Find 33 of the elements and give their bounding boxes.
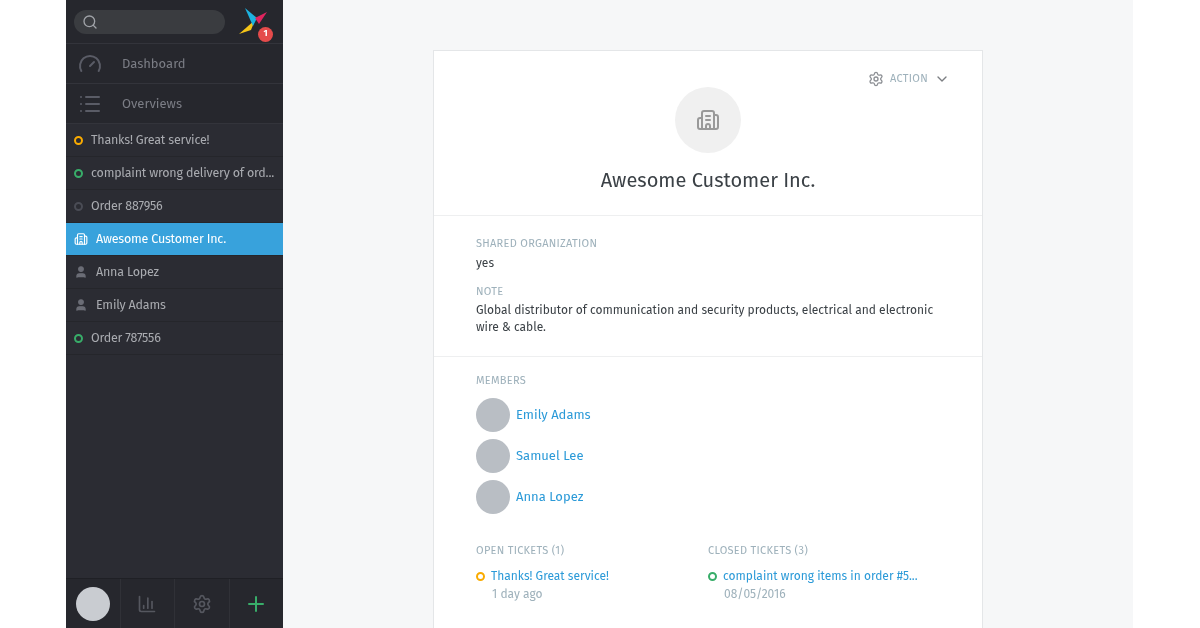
nav-item[interactable]: Overviews xyxy=(66,84,283,124)
member-avatar xyxy=(476,438,510,473)
section-label: MEMBERS xyxy=(476,373,528,389)
member-link[interactable]: Emily Adams xyxy=(516,404,591,425)
nav-item[interactable]: Dashboard xyxy=(66,44,283,84)
field-label: NOTE xyxy=(476,283,505,300)
sidebar-tab[interactable]: Awesome Customer Inc. xyxy=(66,223,283,256)
member-link[interactable]: Samuel Lee xyxy=(516,445,584,466)
settings-icon xyxy=(191,593,212,614)
member-avatar xyxy=(476,479,510,514)
settings-icon xyxy=(868,71,885,88)
section-label: OPEN TICKETS (1) xyxy=(476,542,566,559)
field-label: SHARED ORGANIZATION xyxy=(476,236,599,252)
ticket-link[interactable]: Thanks! Great service! xyxy=(491,567,609,585)
field-value: Global distributor of communication and security products, electrical and electronic wire & cable. xyxy=(476,302,935,336)
search-icon xyxy=(82,13,98,30)
field-value: yes xyxy=(476,254,495,272)
bar-chart-icon xyxy=(137,593,158,614)
search-field[interactable] xyxy=(74,9,225,34)
member-avatar xyxy=(476,397,510,432)
person-icon xyxy=(74,298,88,312)
organization-name: Awesome Customer Inc. xyxy=(600,167,816,194)
action-menu-button[interactable]: ACTION xyxy=(868,71,950,88)
ticket-link[interactable]: complaint wrong items in order #5... xyxy=(723,567,918,585)
building-icon xyxy=(74,232,88,246)
ticket-date: 1 day ago xyxy=(492,586,544,603)
section-label: CLOSED TICKETS (3) xyxy=(708,542,810,559)
member-link[interactable]: Anna Lopez xyxy=(516,486,584,507)
ticket-date: 08/05/2016 xyxy=(724,586,787,603)
user-avatar[interactable] xyxy=(75,586,110,621)
notification-badge: 1 xyxy=(258,26,273,42)
building-icon xyxy=(696,108,720,132)
person-icon xyxy=(74,265,88,279)
